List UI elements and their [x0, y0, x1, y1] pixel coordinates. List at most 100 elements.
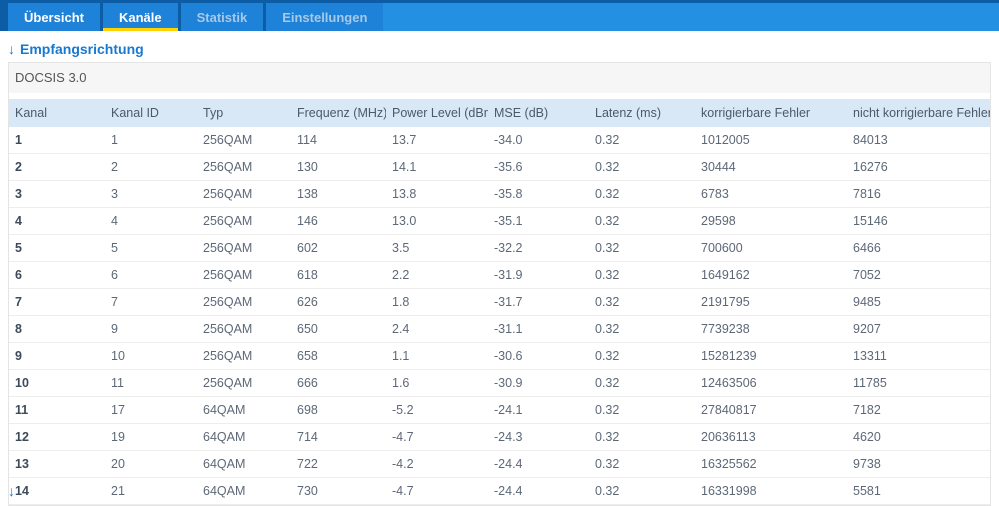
table-row: 10 11 256QAM 666 1.6 -30.9 0.32 12463506 11785	[9, 369, 990, 397]
docsis-panel: DOCSIS 3.0 Kanal Kanal ID Typ Frequenz (MHz…	[8, 62, 991, 506]
table-cell: 7	[105, 288, 197, 316]
down-arrow-icon: ↓	[8, 41, 15, 57]
table-cell: 2	[105, 153, 197, 181]
table-cell: 146	[291, 207, 386, 235]
table-cell: 3	[105, 180, 197, 208]
table-cell: 2	[9, 153, 105, 181]
table-cell: 256QAM	[197, 315, 291, 343]
table-cell: 1.6	[386, 369, 488, 397]
table-row: 3 3 256QAM 138 13.8 -35.8 0.32 6783 7816	[9, 180, 990, 208]
table-cell: 4	[9, 207, 105, 235]
table-cell: 4	[105, 207, 197, 235]
table-cell: 1.8	[386, 288, 488, 316]
table-cell: 2.4	[386, 315, 488, 343]
table-cell: 11785	[847, 369, 990, 397]
table-cell: -24.4	[488, 477, 589, 505]
section-title: DOCSIS 3.0	[9, 63, 990, 93]
next-section-link-cutoff[interactable]: ↓	[8, 483, 15, 499]
table-cell: 9738	[847, 450, 990, 478]
table-cell: -4.2	[386, 450, 488, 478]
table-cell: 64QAM	[197, 423, 291, 451]
empfangsrichtung-link[interactable]: ↓ Empfangsrichtung	[8, 41, 144, 57]
table-row: 13 20 64QAM 722 -4.2 -24.4 0.32 16325562 9738	[9, 450, 990, 478]
table-row: 6 6 256QAM 618 2.2 -31.9 0.32 1649162 7052	[9, 261, 990, 289]
table-row: 2 2 256QAM 130 14.1 -35.6 0.32 30444 16276	[9, 153, 990, 181]
table-cell: 84013	[847, 127, 990, 154]
table-cell: -32.2	[488, 234, 589, 262]
table-cell: 0.32	[589, 127, 695, 154]
tab-kanaele[interactable]: Kanäle	[102, 3, 178, 31]
table-cell: 602	[291, 234, 386, 262]
table-cell: 0.32	[589, 477, 695, 505]
table-cell: 13.8	[386, 180, 488, 208]
table-cell: 8	[9, 315, 105, 343]
down-arrow-icon: ↓	[8, 483, 15, 499]
table-cell: 9	[9, 342, 105, 370]
table-cell: 700600	[695, 234, 847, 262]
table-cell: 13311	[847, 342, 990, 370]
table-cell: 256QAM	[197, 234, 291, 262]
table-cell: 15146	[847, 207, 990, 235]
table-row: 5 5 256QAM 602 3.5 -32.2 0.32 700600 6466	[9, 234, 990, 262]
column-header: Latenz (ms)	[589, 99, 695, 127]
table-cell: 130	[291, 153, 386, 181]
table-cell: -35.1	[488, 207, 589, 235]
table-cell: 64QAM	[197, 477, 291, 505]
table-cell: 4620	[847, 423, 990, 451]
table-cell: 10	[105, 342, 197, 370]
table-cell: 650	[291, 315, 386, 343]
table-cell: 1.1	[386, 342, 488, 370]
table-cell: 0.32	[589, 288, 695, 316]
table-cell: 256QAM	[197, 369, 291, 397]
table-cell: 6	[105, 261, 197, 289]
tab-bar: Übersicht Kanäle Statistik Einstellungen	[0, 0, 999, 31]
table-cell: 6	[9, 261, 105, 289]
table-cell: -24.1	[488, 396, 589, 424]
column-header: MSE (dB)	[488, 99, 589, 127]
table-cell: 138	[291, 180, 386, 208]
tab-einstellungen[interactable]: Einstellungen	[266, 3, 384, 31]
column-header: Kanal ID	[105, 99, 197, 127]
table-cell: 15281239	[695, 342, 847, 370]
table-cell: 7739238	[695, 315, 847, 343]
table-cell: 0.32	[589, 153, 695, 181]
table-cell: 16325562	[695, 450, 847, 478]
table-cell: 30444	[695, 153, 847, 181]
table-cell: -31.1	[488, 315, 589, 343]
table-cell: 730	[291, 477, 386, 505]
table-cell: 658	[291, 342, 386, 370]
table-cell: 11	[9, 396, 105, 424]
table-row: 14 21 64QAM 730 -4.7 -24.4 0.32 16331998 5581	[9, 477, 990, 505]
table-cell: 0.32	[589, 180, 695, 208]
table-cell: 0.32	[589, 234, 695, 262]
table-cell: 3	[9, 180, 105, 208]
table-cell: 13.0	[386, 207, 488, 235]
table-row: 4 4 256QAM 146 13.0 -35.1 0.32 29598 15146	[9, 207, 990, 235]
table-cell: 12	[9, 423, 105, 451]
table-cell: 7816	[847, 180, 990, 208]
table-cell: 11	[105, 369, 197, 397]
column-header: Typ	[197, 99, 291, 127]
table-cell: 7	[9, 288, 105, 316]
table-cell: 0.32	[589, 369, 695, 397]
column-header: Kanal	[9, 99, 105, 127]
table-cell: 20636113	[695, 423, 847, 451]
table-cell: 19	[105, 423, 197, 451]
table-cell: 0.32	[589, 450, 695, 478]
table-cell: 27840817	[695, 396, 847, 424]
table-cell: 256QAM	[197, 207, 291, 235]
table-cell: 9207	[847, 315, 990, 343]
tab-statistik[interactable]: Statistik	[180, 3, 264, 31]
tab-uebersicht[interactable]: Übersicht	[8, 3, 100, 31]
table-cell: 666	[291, 369, 386, 397]
table-cell: 0.32	[589, 342, 695, 370]
table-cell: 6466	[847, 234, 990, 262]
table-cell: 20	[105, 450, 197, 478]
table-cell: 1649162	[695, 261, 847, 289]
table-cell: 2191795	[695, 288, 847, 316]
table-cell: 21	[105, 477, 197, 505]
empfangsrichtung-link-label: Empfangsrichtung	[20, 41, 144, 57]
column-header: nicht korrigierbare Fehler	[847, 99, 990, 127]
table-cell: 256QAM	[197, 153, 291, 181]
table-cell: -24.3	[488, 423, 589, 451]
